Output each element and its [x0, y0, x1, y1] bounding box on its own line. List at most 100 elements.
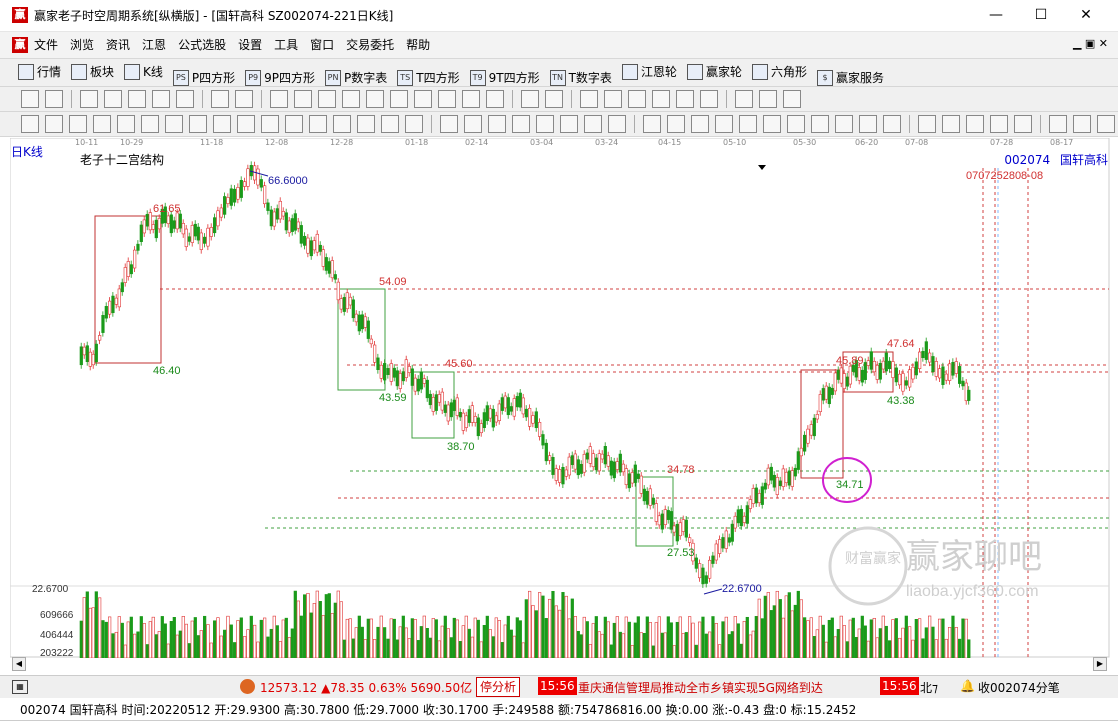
- menu-1[interactable]: 文件: [28, 32, 64, 58]
- analysis-tool-icon-3[interactable]: [69, 115, 87, 133]
- analysis-tool-icon-21[interactable]: [512, 115, 530, 133]
- chart-canvas[interactable]: 66.6000 61.65 46.40 54.09 43.59 45.60 38.70 34.…: [10, 138, 1110, 658]
- analysis-tool-icon-35[interactable]: [859, 115, 877, 133]
- draw-tool-icon-22[interactable]: [580, 90, 598, 108]
- draw-tool-icon-14[interactable]: [366, 90, 384, 108]
- draw-tool-icon-23[interactable]: [604, 90, 622, 108]
- draw-tool-icon-27[interactable]: [700, 90, 718, 108]
- draw-tool-icon-19[interactable]: [486, 90, 504, 108]
- period-label[interactable]: 日K线: [11, 143, 43, 160]
- kline-chart[interactable]: 66.6000 61.65 46.40 54.09 43.59 45.60 38.70 34.…: [10, 138, 1110, 658]
- draw-tool-icon-11[interactable]: [294, 90, 312, 108]
- analysis-tool-icon-42[interactable]: [1049, 115, 1067, 133]
- keyboard-icon[interactable]: ▦: [12, 680, 28, 694]
- analysis-tool-icon-8[interactable]: [189, 115, 207, 133]
- toolbar-btn-5[interactable]: P9 9P四方形: [245, 67, 315, 89]
- analysis-tool-icon-23[interactable]: [560, 115, 578, 133]
- draw-tool-icon-13[interactable]: [342, 90, 360, 108]
- analysis-tool-icon-25[interactable]: [608, 115, 626, 133]
- collect-ticks[interactable]: 收002074分笔: [978, 679, 1060, 696]
- maximize-button[interactable]: ☐: [1018, 0, 1064, 31]
- draw-tool-icon-9[interactable]: [235, 90, 253, 108]
- draw-tool-icon-15[interactable]: [390, 90, 408, 108]
- toolbar-btn-8[interactable]: T9 9T四方形: [469, 67, 540, 89]
- toolbar-btn-4[interactable]: PS P四方形: [172, 67, 235, 89]
- analysis-tool-icon-4[interactable]: [93, 115, 111, 133]
- menu-3[interactable]: 资讯: [100, 32, 136, 58]
- draw-tool-icon-4[interactable]: [104, 90, 122, 108]
- analysis-tool-icon-26[interactable]: [643, 115, 661, 133]
- analysis-tool-icon-22[interactable]: [536, 115, 554, 133]
- analysis-tool-icon-32[interactable]: [787, 115, 805, 133]
- draw-tool-icon-29[interactable]: [759, 90, 777, 108]
- toolbar-btn-11[interactable]: 赢家轮: [686, 61, 742, 83]
- draw-tool-icon-7[interactable]: [176, 90, 194, 108]
- toolbar-btn-1[interactable]: 行情: [18, 61, 61, 83]
- analysis-tool-icon-36[interactable]: [883, 115, 901, 133]
- menu-9[interactable]: 交易委托: [340, 32, 400, 58]
- analysis-tool-icon-10[interactable]: [237, 115, 255, 133]
- minimize-button[interactable]: —: [973, 0, 1019, 31]
- analysis-tool-icon-13[interactable]: [309, 115, 327, 133]
- draw-tool-icon-25[interactable]: [652, 90, 670, 108]
- analysis-tool-icon-12[interactable]: [285, 115, 303, 133]
- analysis-tool-icon-16[interactable]: [381, 115, 399, 133]
- draw-tool-icon-6[interactable]: [152, 90, 170, 108]
- toolbar-btn-13[interactable]: $ 赢家服务: [816, 67, 884, 89]
- analysis-tool-icon-2[interactable]: [45, 115, 63, 133]
- analysis-tool-icon-17[interactable]: [405, 115, 423, 133]
- analysis-tool-icon-39[interactable]: [966, 115, 984, 133]
- analysis-tool-icon-43[interactable]: [1073, 115, 1091, 133]
- menu-app-icon[interactable]: 赢: [12, 37, 28, 53]
- toolbar-btn-2[interactable]: 板块: [71, 61, 114, 83]
- mdi-controls[interactable]: ▁ ▣ ✕: [1073, 37, 1108, 50]
- analysis-tool-icon-27[interactable]: [667, 115, 685, 133]
- draw-tool-icon-17[interactable]: [438, 90, 456, 108]
- draw-tool-icon-26[interactable]: [676, 90, 694, 108]
- analysis-tool-icon-29[interactable]: [715, 115, 733, 133]
- news-ticker[interactable]: 重庆通信管理局推动全市乡镇实现5G网络到达: [578, 679, 823, 696]
- analysis-tool-icon-44[interactable]: [1097, 115, 1115, 133]
- draw-tool-icon-3[interactable]: [80, 90, 98, 108]
- analysis-tool-icon-38[interactable]: [942, 115, 960, 133]
- toolbar-btn-9[interactable]: TN T数字表: [549, 67, 612, 89]
- toolbar-btn-10[interactable]: 江恩轮: [621, 61, 677, 83]
- scroll-left-icon[interactable]: ◀: [12, 657, 26, 671]
- menu-6[interactable]: 设置: [232, 32, 268, 58]
- draw-tool-icon-18[interactable]: [462, 90, 480, 108]
- analysis-tool-icon-34[interactable]: [835, 115, 853, 133]
- draw-tool-icon-5[interactable]: [128, 90, 146, 108]
- analysis-tool-icon-9[interactable]: [213, 115, 231, 133]
- draw-tool-icon-21[interactable]: [545, 90, 563, 108]
- scroll-right-icon[interactable]: ▶: [1093, 657, 1107, 671]
- analysis-tool-icon-20[interactable]: [488, 115, 506, 133]
- analysis-tool-icon-31[interactable]: [763, 115, 781, 133]
- analysis-tool-icon-6[interactable]: [141, 115, 159, 133]
- draw-tool-icon-20[interactable]: [521, 90, 539, 108]
- toolbar-btn-3[interactable]: K线: [124, 61, 163, 83]
- toolbar-btn-12[interactable]: 六角形: [751, 61, 807, 83]
- analysis-tool-icon-5[interactable]: [117, 115, 135, 133]
- draw-tool-icon-28[interactable]: [735, 90, 753, 108]
- analysis-tool-icon-40[interactable]: [990, 115, 1008, 133]
- analysis-tool-icon-41[interactable]: [1014, 115, 1032, 133]
- draw-tool-icon-12[interactable]: [318, 90, 336, 108]
- menu-5[interactable]: 公式选股: [172, 32, 232, 58]
- analysis-tool-icon-33[interactable]: [811, 115, 829, 133]
- toolbar-btn-7[interactable]: TS T四方形: [397, 67, 460, 89]
- menu-8[interactable]: 窗口: [304, 32, 340, 58]
- toolbar-btn-6[interactable]: PN P数字表: [325, 67, 387, 89]
- draw-tool-icon-1[interactable]: [21, 90, 39, 108]
- index-icon[interactable]: [240, 679, 255, 694]
- analysis-tool-icon-15[interactable]: [357, 115, 375, 133]
- draw-tool-icon-16[interactable]: [414, 90, 432, 108]
- analysis-tool-icon-1[interactable]: [21, 115, 39, 133]
- draw-tool-icon-8[interactable]: [211, 90, 229, 108]
- menu-7[interactable]: 工具: [268, 32, 304, 58]
- draw-tool-icon-2[interactable]: [45, 90, 63, 108]
- bell-icon[interactable]: 🔔: [960, 679, 975, 693]
- stop-analysis-button[interactable]: 停分析: [476, 677, 521, 697]
- draw-tool-icon-24[interactable]: [628, 90, 646, 108]
- analysis-tool-icon-7[interactable]: [165, 115, 183, 133]
- analysis-tool-icon-19[interactable]: [464, 115, 482, 133]
